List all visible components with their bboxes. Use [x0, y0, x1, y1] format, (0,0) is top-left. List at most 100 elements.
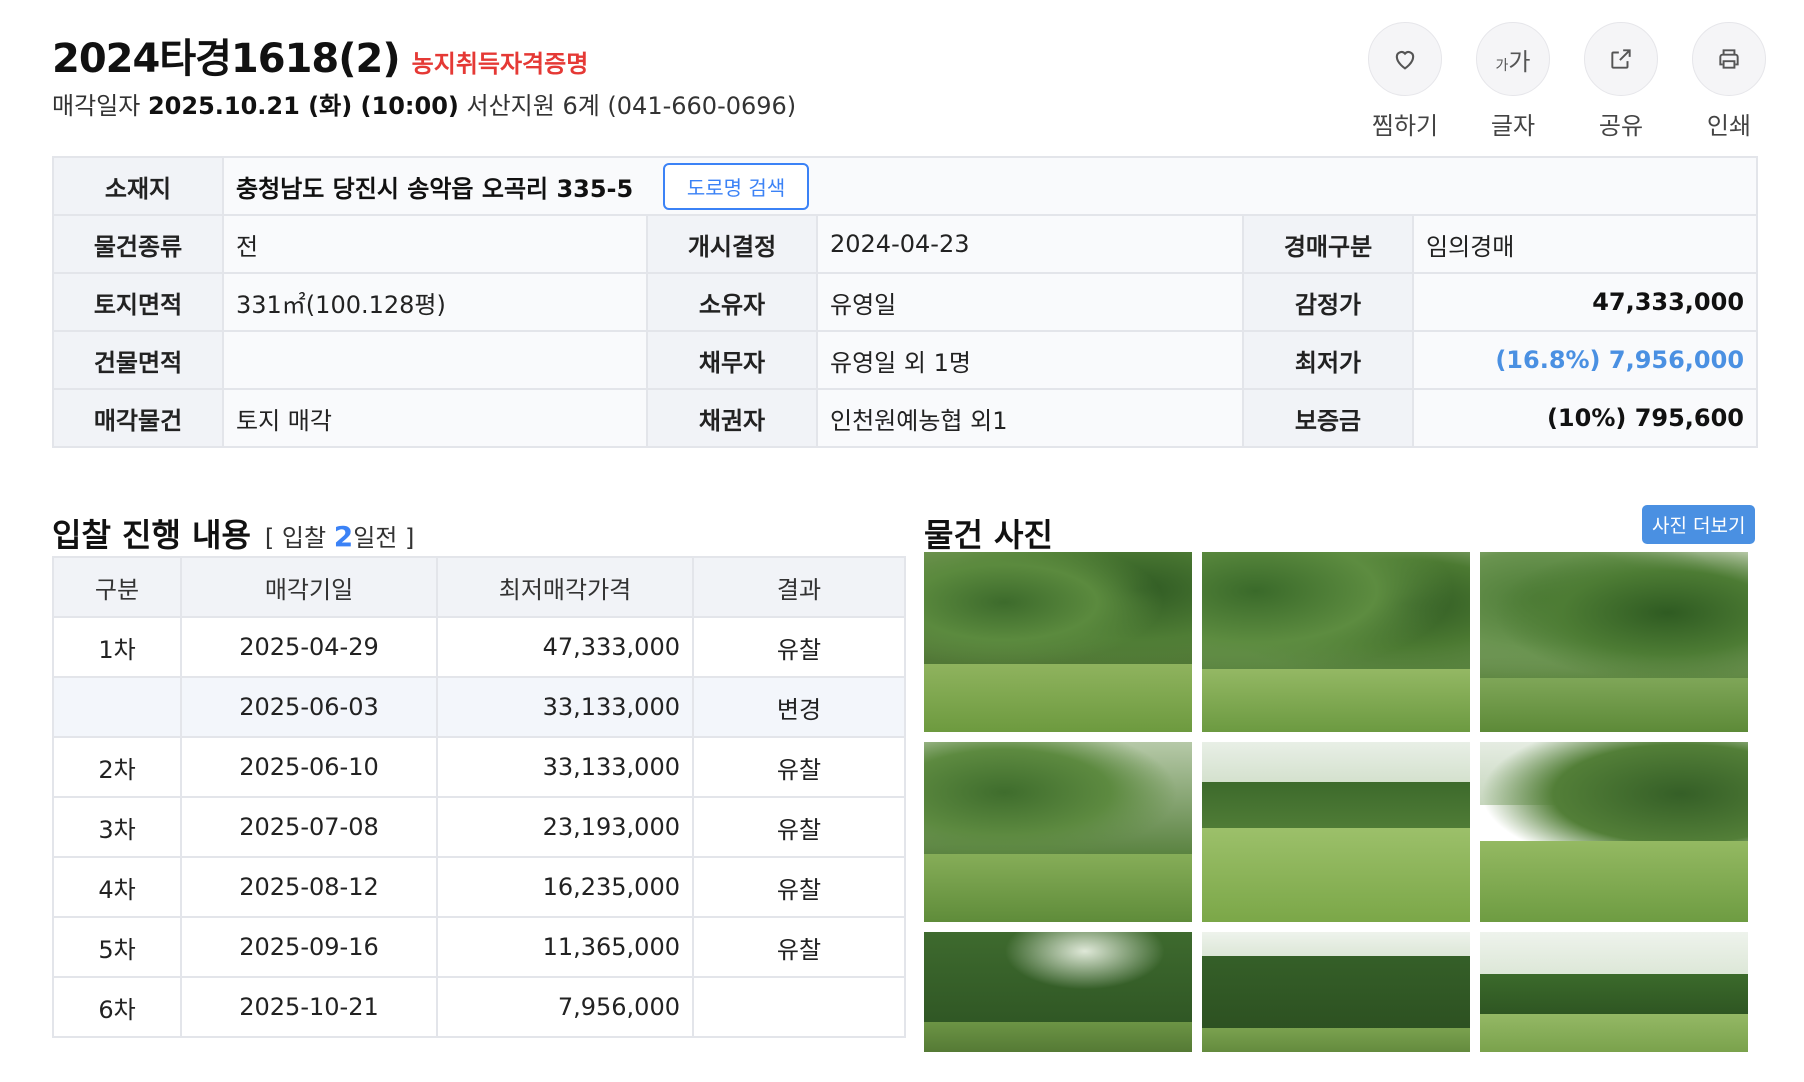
sale-date: 2025.10.21 (화) (10:00)	[147, 92, 459, 120]
table-row: 2025-06-03 33,133,000 변경	[52, 676, 906, 738]
bid-date: 2025-04-29	[180, 616, 438, 678]
property-type-label: 물건종류	[52, 214, 224, 274]
property-photo[interactable]	[1480, 932, 1748, 1052]
appraisal-value: 47,333,000	[1411, 272, 1759, 332]
more-photos-button[interactable]: 사진 더보기	[1642, 505, 1756, 544]
share-icon	[1584, 22, 1658, 96]
auction-type-value: 임의경매	[1411, 214, 1759, 274]
bid-price: 16,235,000	[436, 856, 694, 918]
auction-detail-page: 2024타경1618(2) 농지취득자격증명 매각일자 2025.10.21 (…	[0, 0, 1804, 1082]
info-row: 건물면적 채무자 유영일 외 1명 최저가 (16.8%) 7,956,000	[52, 330, 1759, 390]
font-size-label: 글자	[1490, 112, 1536, 140]
building-area-label: 건물면적	[52, 330, 224, 390]
table-row: 3차 2025-07-08 23,193,000 유찰	[52, 796, 906, 858]
sale-item-label: 매각물건	[52, 388, 224, 448]
case-number: 2024타경1618(2)	[52, 36, 401, 82]
column-header: 구분	[52, 556, 182, 618]
debtor-label: 채무자	[646, 330, 818, 390]
deposit-value: (10%) 795,600	[1411, 388, 1759, 448]
font-size-button[interactable]: 가가 글자	[1474, 22, 1552, 141]
column-header: 결과	[692, 556, 906, 618]
property-photo[interactable]	[924, 932, 1192, 1052]
bid-date: 2025-06-03	[180, 676, 438, 738]
location-cell: 충청남도 당진시 송악읍 오곡리 335-5 도로명 검색	[221, 156, 1759, 216]
bid-round: 6차	[52, 976, 182, 1038]
bid-round: 4차	[52, 856, 182, 918]
property-photo[interactable]	[1480, 552, 1748, 732]
bid-result: 유찰	[692, 856, 906, 918]
share-label: 공유	[1598, 112, 1644, 140]
bid-round: 2차	[52, 736, 182, 798]
table-row: 2차 2025-06-10 33,133,000 유찰	[52, 736, 906, 798]
bid-price: 11,365,000	[436, 916, 694, 978]
property-info-table: 소재지 충청남도 당진시 송악읍 오곡리 335-5 도로명 검색 물건종류 전…	[52, 156, 1759, 448]
bid-price: 33,133,000	[436, 676, 694, 738]
building-area-value	[222, 330, 648, 390]
table-row: 6차 2025-10-21 7,956,000	[52, 976, 906, 1038]
property-photo[interactable]	[924, 552, 1192, 732]
bid-result: 변경	[692, 676, 906, 738]
property-photo[interactable]	[1202, 932, 1470, 1052]
favorite-button[interactable]: 찜하기	[1366, 22, 1444, 141]
bid-price: 7,956,000	[436, 976, 694, 1038]
sale-info: 매각일자 2025.10.21 (화) (10:00) 서산지원 6계 (041…	[52, 86, 796, 121]
land-area-label: 토지면적	[52, 272, 224, 332]
font-size-icon: 가가	[1476, 22, 1550, 96]
property-photo[interactable]	[1202, 742, 1470, 922]
bid-round: 5차	[52, 916, 182, 978]
info-row: 매각물건 토지 매각 채권자 인천원예농협 외1 보증금 (10%) 795,6…	[52, 388, 1759, 448]
owner-label: 소유자	[646, 272, 818, 332]
farmland-certificate-tag: 농지취득자격증명	[411, 50, 589, 78]
bid-date: 2025-10-21	[180, 976, 438, 1038]
bid-result: 유찰	[692, 736, 906, 798]
property-photo[interactable]	[1202, 552, 1470, 732]
location-address: 충청남도 당진시 송악읍 오곡리 335-5	[236, 174, 634, 203]
bid-result: 유찰	[692, 616, 906, 678]
action-toolbar: 찜하기 가가 글자 공유 인쇄	[1366, 22, 1768, 141]
print-button[interactable]: 인쇄	[1690, 22, 1768, 141]
property-photo[interactable]	[924, 742, 1192, 922]
commencement-label: 개시결정	[646, 214, 818, 274]
land-area-value: 331㎡(100.128평)	[222, 272, 648, 332]
road-name-search-button[interactable]: 도로명 검색	[662, 162, 810, 210]
bid-date: 2025-07-08	[180, 796, 438, 858]
column-header: 매각기일	[180, 556, 438, 618]
bid-round	[52, 676, 182, 738]
deposit-label: 보증금	[1242, 388, 1414, 448]
minimum-price-value: (16.8%) 7,956,000	[1411, 330, 1759, 390]
creditor-value: 인천원예농협 외1	[816, 388, 1244, 448]
appraisal-label: 감정가	[1242, 272, 1414, 332]
creditor-label: 채권자	[646, 388, 818, 448]
commencement-value: 2024-04-23	[816, 214, 1244, 274]
info-row: 토지면적 331㎡(100.128평) 소유자 유영일 감정가 47,333,0…	[52, 272, 1759, 332]
print-icon	[1692, 22, 1766, 96]
days-until-bid: [ 입찰 2일전 ]	[264, 520, 415, 553]
case-title-row: 2024타경1618(2) 농지취득자격증명	[52, 26, 588, 84]
location-label: 소재지	[52, 156, 224, 216]
print-label: 인쇄	[1706, 112, 1752, 140]
bid-result: 유찰	[692, 796, 906, 858]
favorite-label: 찜하기	[1371, 112, 1439, 140]
bid-price: 47,333,000	[436, 616, 694, 678]
bid-result	[692, 976, 906, 1038]
table-row: 4차 2025-08-12 16,235,000 유찰	[52, 856, 906, 918]
bid-table-header: 구분 매각기일 최저매각가격 결과	[52, 556, 906, 618]
bid-round: 1차	[52, 616, 182, 678]
location-row: 소재지 충청남도 당진시 송악읍 오곡리 335-5 도로명 검색	[52, 156, 1759, 216]
bid-date: 2025-06-10	[180, 736, 438, 798]
bid-section-title: 입찰 진행 내용	[52, 516, 251, 554]
property-photo[interactable]	[1480, 742, 1748, 922]
table-row: 5차 2025-09-16 11,365,000 유찰	[52, 916, 906, 978]
bid-section-header: 입찰 진행 내용 [ 입찰 2일전 ]	[52, 510, 414, 556]
info-row: 물건종류 전 개시결정 2024-04-23 경매구분 임의경매	[52, 214, 1759, 274]
bid-history-table: 구분 매각기일 최저매각가격 결과 1차 2025-04-29 47,333,0…	[52, 556, 906, 1038]
minimum-price-label: 최저가	[1242, 330, 1414, 390]
owner-value: 유영일	[816, 272, 1244, 332]
sale-date-label: 매각일자	[52, 92, 141, 120]
bid-date: 2025-08-12	[180, 856, 438, 918]
court-info: 서산지원 6계 (041-660-0696)	[466, 92, 797, 120]
share-button[interactable]: 공유	[1582, 22, 1660, 141]
table-row: 1차 2025-04-29 47,333,000 유찰	[52, 616, 906, 678]
heart-icon	[1368, 22, 1442, 96]
auction-type-label: 경매구분	[1242, 214, 1414, 274]
